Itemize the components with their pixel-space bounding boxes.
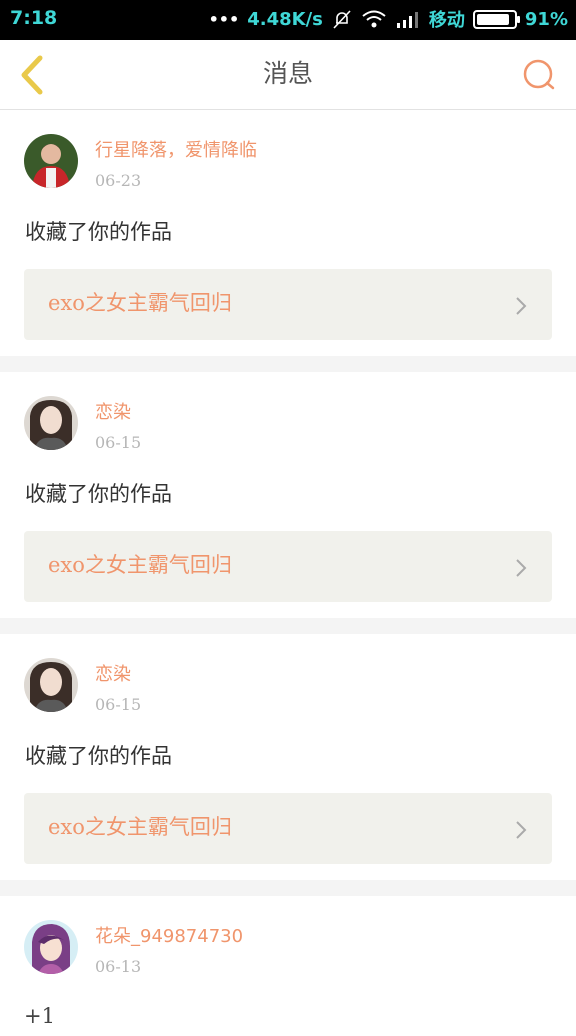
signal-icon — [395, 9, 421, 29]
message-card[interactable]: 花朵_949874730 06-13 +1 — [0, 896, 576, 1036]
work-title: exo之女主霸气回归 — [48, 291, 232, 315]
message-list: 行星降落，爱情降临 06-23 收藏了你的作品 exo之女主霸气回归 恋染 06… — [0, 110, 576, 1036]
chevron-right-icon — [516, 559, 527, 577]
username[interactable]: 恋染 — [95, 398, 131, 424]
message-action: 收藏了你的作品 — [25, 744, 172, 768]
net-speed: 4.48K/s — [247, 8, 323, 30]
message-card[interactable]: 恋染 06-15 收藏了你的作品 exo之女主霸气回归 — [0, 634, 576, 880]
username[interactable]: 花朵_949874730 — [95, 922, 243, 948]
avatar[interactable] — [24, 134, 78, 188]
message-action: +1 — [24, 1004, 55, 1028]
avatar[interactable] — [24, 920, 78, 974]
work-title: exo之女主霸气回归 — [48, 553, 232, 577]
message-date: 06-15 — [95, 433, 142, 452]
work-title: exo之女主霸气回归 — [48, 815, 232, 839]
avatar[interactable] — [24, 396, 78, 450]
message-action: 收藏了你的作品 — [25, 482, 172, 506]
status-time: 7:18 — [10, 7, 58, 29]
username[interactable]: 恋染 — [95, 660, 131, 686]
message-date: 06-15 — [95, 695, 142, 714]
chevron-right-icon — [516, 297, 527, 315]
search-icon — [523, 59, 555, 90]
notification-dots-icon: ••• — [208, 9, 240, 29]
search-button[interactable] — [520, 56, 558, 94]
battery-percent: 91% — [524, 8, 568, 30]
carrier-label: 移动 — [428, 10, 465, 31]
battery-icon — [472, 9, 520, 29]
message-card[interactable]: 行星降落，爱情降临 06-23 收藏了你的作品 exo之女主霸气回归 — [0, 110, 576, 356]
wifi-icon — [361, 9, 387, 29]
avatar[interactable] — [24, 658, 78, 712]
username[interactable]: 行星降落，爱情降临 — [95, 136, 257, 162]
work-link[interactable]: exo之女主霸气回归 — [24, 531, 552, 602]
work-link[interactable]: exo之女主霸气回归 — [24, 269, 552, 340]
message-card[interactable]: 恋染 06-15 收藏了你的作品 exo之女主霸气回归 — [0, 372, 576, 618]
chevron-right-icon — [516, 821, 527, 839]
work-link[interactable]: exo之女主霸气回归 — [24, 793, 552, 864]
page-title: 消息 — [262, 59, 313, 88]
message-date: 06-13 — [95, 957, 142, 976]
message-date: 06-23 — [95, 171, 142, 190]
bell-off-icon — [331, 8, 353, 30]
nav-header: 消息 — [0, 40, 576, 110]
message-action: 收藏了你的作品 — [25, 220, 172, 244]
status-bar: 7:18 ••• 4.48K/s 移动 91% — [0, 0, 576, 40]
status-right: ••• 4.48K/s 移动 91% — [209, 6, 568, 32]
